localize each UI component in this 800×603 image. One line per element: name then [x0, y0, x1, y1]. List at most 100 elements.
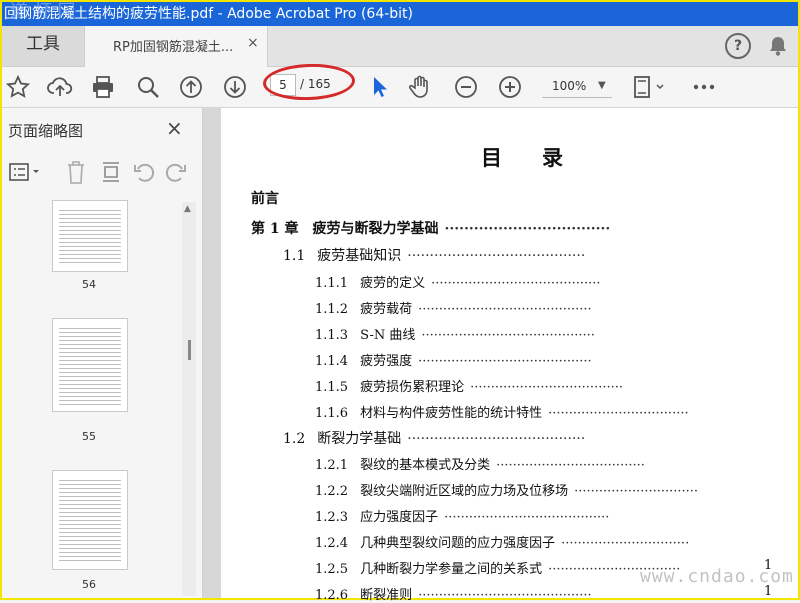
thumbnail-page[interactable]: [52, 470, 128, 570]
toc-entry[interactable]: 1.2.6 断裂准则 ·······························…: [315, 584, 772, 603]
star-icon[interactable]: [4, 73, 32, 101]
toc-entry[interactable]: 1.2.4 几种典型裂纹问题的应力强度因子 ····················…: [315, 532, 689, 551]
toc-entry-num: 1.2.1: [315, 458, 349, 473]
toc-entry-text: 疲劳与断裂力学基础: [312, 221, 439, 237]
thumbnail-label: 55: [82, 430, 96, 443]
tab-close-icon[interactable]: ×: [247, 35, 259, 51]
toc-entry-text: 疲劳基础知识: [317, 248, 402, 264]
toc-entry[interactable]: 1.2.3 应力强度因子 ·····························…: [315, 506, 609, 525]
options-menu-icon[interactable]: [8, 160, 42, 184]
toc-entry[interactable]: 1.2.1 裂纹的基本模式及分类 ·························…: [315, 454, 645, 473]
toc-entry[interactable]: 1.2.2 裂纹尖端附近区域的应力场及位移场 ···················…: [315, 480, 698, 499]
toc-entry-text: 断裂准则: [360, 588, 413, 603]
toc-entry-text: 材料与构件疲劳性能的统计特性: [360, 406, 543, 421]
toc-entry[interactable]: 1.2.5 几种断裂力学参量之间的关系式 ·····················…: [315, 558, 772, 577]
toc-entry-text: 疲劳载荷: [360, 302, 413, 317]
toc-entry-num: 1.2.3: [315, 510, 349, 525]
toc-entry-text: 应力强度因子: [360, 510, 439, 525]
toc-entry-text: S-N 曲线: [360, 328, 416, 343]
rotate-left-icon[interactable]: [132, 159, 156, 185]
tab-document-label: RP加固钢筋混凝土...: [113, 40, 234, 55]
select-cursor-icon[interactable]: [365, 73, 393, 101]
toc-entry-num: 1.1.4: [315, 354, 349, 369]
toc-entry-num: 1.2.6: [315, 588, 349, 603]
toc-entry-text: 疲劳强度: [360, 354, 413, 369]
thumbnail-label: 54: [82, 278, 96, 291]
toc-entry[interactable]: 1.1.4 疲劳强度 ·······························…: [315, 350, 592, 369]
rotate-right-icon[interactable]: [164, 159, 188, 185]
tab-tools[interactable]: 工具: [2, 26, 84, 66]
toc-entry-num: 1.1.6: [315, 406, 349, 421]
toc-entry[interactable]: 第 1 章疲劳与断裂力学基础 ··························…: [251, 218, 610, 238]
toc-entry-dots: ········································…: [418, 588, 592, 603]
help-circle-icon[interactable]: ?: [725, 33, 751, 59]
toc-entry-num: 1.1: [283, 248, 306, 264]
main-toolbar: / 165 100% ▼: [2, 67, 798, 108]
pdf-page: 目录 前言第 1 章疲劳与断裂力学基础 ·····················…: [221, 108, 798, 603]
zoom-in-icon[interactable]: [496, 73, 524, 101]
toc-entry[interactable]: 前言: [251, 188, 299, 208]
toc-entry-dots: ········································…: [431, 276, 601, 291]
toc-entry-num: 1.2.5: [315, 562, 349, 577]
zoom-out-icon[interactable]: [452, 73, 480, 101]
toc-entry[interactable]: 1.1 疲劳基础知识 ·······························…: [283, 245, 585, 265]
thumbnail-scrollbar[interactable]: ▲: [182, 202, 196, 596]
chevron-down-icon: ▼: [598, 80, 606, 91]
toc-entry-dots: ····································: [496, 458, 645, 473]
thumbnail-label: 56: [82, 578, 96, 591]
toc-entry-text: 疲劳的定义: [360, 276, 426, 291]
toc-entry-num: 1.1.1: [315, 276, 349, 291]
toc-entry-num: 前言: [251, 191, 279, 207]
page-down-icon[interactable]: [221, 73, 249, 101]
watermark: www.cndao.com: [640, 566, 794, 587]
fit-page-icon[interactable]: [630, 73, 670, 101]
toc-entry-text: 断裂力学基础: [317, 431, 402, 447]
page-up-icon[interactable]: [177, 73, 205, 101]
toc-entry-dots: ·····································: [470, 380, 623, 395]
document-viewport[interactable]: 目录 前言第 1 章疲劳与断裂力学基础 ·····················…: [203, 108, 798, 603]
hand-icon[interactable]: [406, 73, 434, 101]
toc-entry-num: 1.2.4: [315, 536, 349, 551]
thumbnail-page[interactable]: [52, 200, 128, 272]
toc-entry-dots: ······························: [574, 484, 699, 499]
zoom-select[interactable]: 100% ▼: [542, 77, 612, 98]
toc-entry[interactable]: 1.1.6 材料与构件疲劳性能的统计特性 ·····················…: [315, 402, 689, 421]
toc-entry-text: 疲劳损伤累积理论: [360, 380, 465, 395]
cloud-upload-icon[interactable]: [46, 73, 74, 101]
toc-entry-text: 几种断裂力学参量之间的关系式: [360, 562, 543, 577]
trash-icon[interactable]: [64, 159, 88, 185]
toc-entry-num: 1.1.3: [315, 328, 349, 343]
toc-entry-text: 裂纹的基本模式及分类: [360, 458, 491, 473]
thumbnails-panel: 页面缩略图 × 54 55 56 ▲: [2, 108, 203, 598]
toc-entry-dots: ········································…: [418, 302, 592, 317]
tab-document[interactable]: RP加固钢筋混凝土... ×: [84, 26, 268, 67]
scroll-up-icon[interactable]: ▲: [184, 204, 191, 214]
zoom-search-icon[interactable]: [134, 73, 162, 101]
tab-bar: 工具 RP加固钢筋混凝土... × ?: [2, 26, 798, 67]
toc-entry-dots: ········································: [407, 431, 586, 447]
toc-entry-num: 1.1.2: [315, 302, 349, 317]
toc-entry[interactable]: 1.2 断裂力学基础 ·······························…: [283, 428, 585, 448]
toc-entry[interactable]: 1.1.1 疲劳的定义 ······························…: [315, 272, 601, 291]
toc-entry-dots: ········································…: [421, 328, 595, 343]
toc-title: 目录: [481, 145, 603, 170]
toc-entry-text: 裂纹尖端附近区域的应力场及位移场: [360, 484, 569, 499]
toc-entry-num: 1.2: [283, 431, 306, 447]
thumbnail-page[interactable]: [52, 318, 128, 412]
toc-entry-num: 第 1 章: [251, 221, 299, 237]
print-icon[interactable]: [89, 73, 117, 101]
panel-resize-grip[interactable]: [188, 340, 191, 360]
page-extract-icon[interactable]: [98, 159, 124, 185]
bell-icon[interactable]: [766, 34, 790, 58]
zoom-value: 100%: [552, 79, 587, 93]
toc-entry[interactable]: 1.1.5 疲劳损伤累积理论 ···························…: [315, 376, 623, 395]
panel-close-icon[interactable]: ×: [166, 116, 183, 140]
toc-entry-text: 几种典型裂纹问题的应力强度因子: [360, 536, 556, 551]
toc-entry-dots: ··································: [444, 221, 611, 237]
toc-entry-dots: ········································: [444, 510, 610, 525]
toc-entry-dots: ········································: [407, 248, 586, 264]
more-icon[interactable]: [690, 73, 718, 101]
toc-entry-num: 1.1.5: [315, 380, 349, 395]
toc-entry[interactable]: 1.1.2 疲劳载荷 ·······························…: [315, 298, 592, 317]
toc-entry[interactable]: 1.1.3 S-N 曲线 ·····························…: [315, 324, 595, 343]
